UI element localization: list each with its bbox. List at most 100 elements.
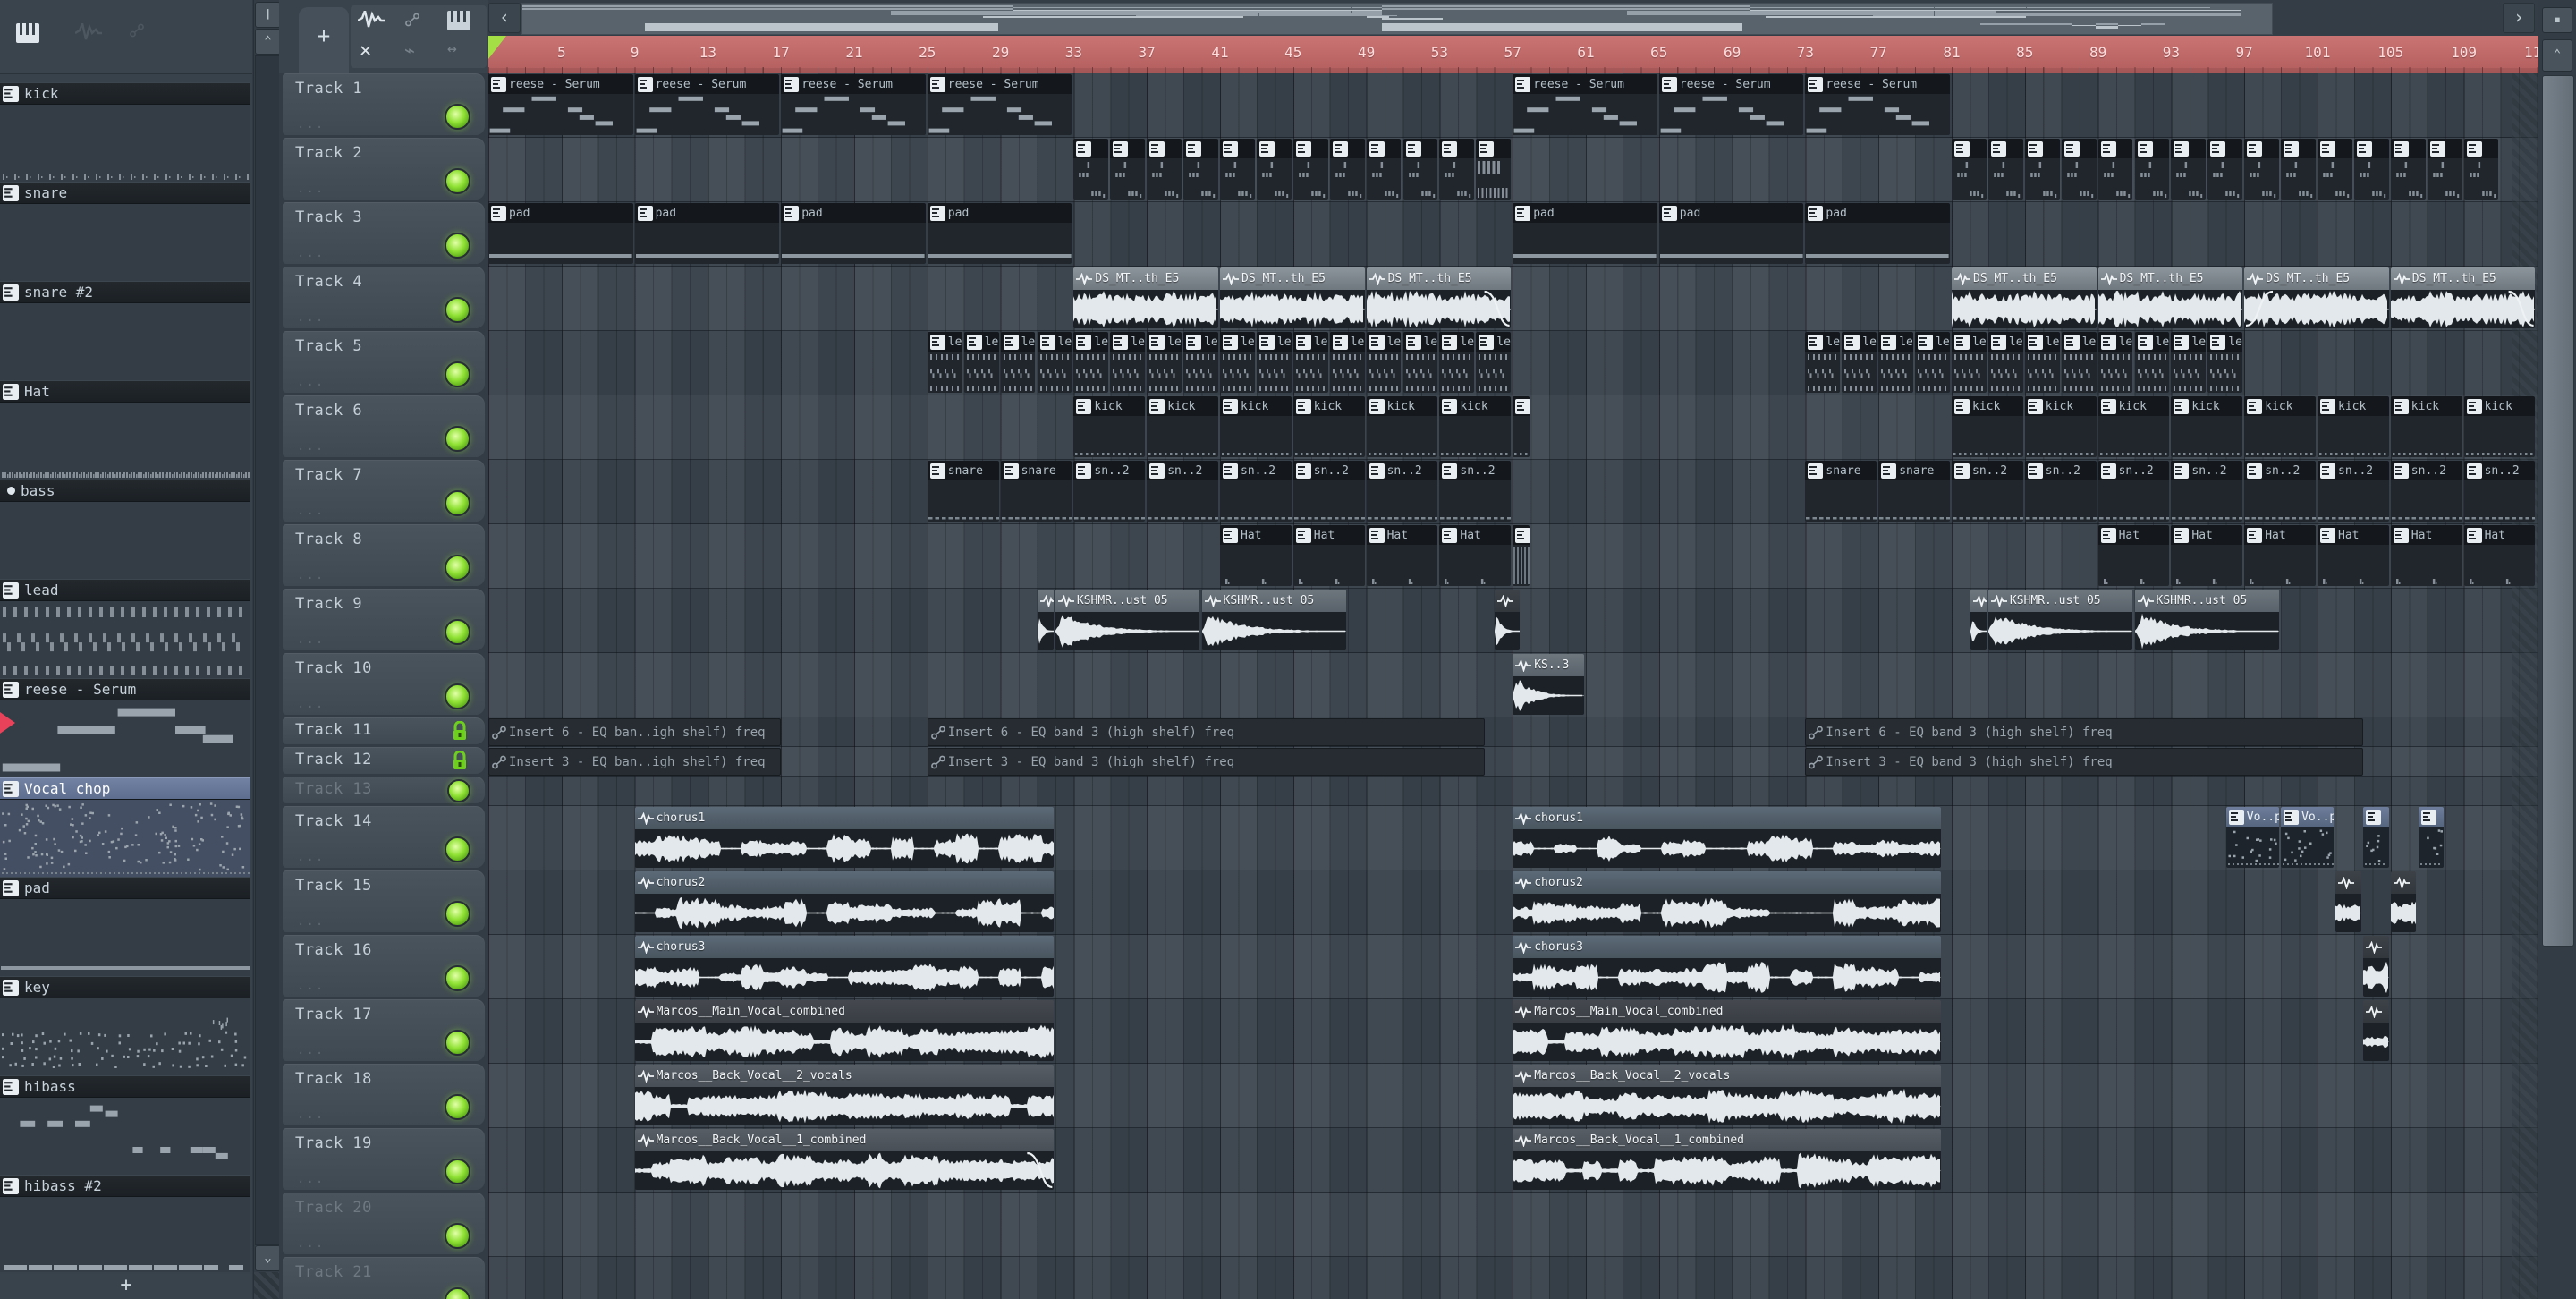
lock-icon[interactable] <box>451 751 469 772</box>
pattern-clip[interactable] <box>1439 139 1475 200</box>
pattern-clip-lead[interactable]: lead <box>1183 332 1218 393</box>
lock-icon[interactable] <box>451 721 469 743</box>
pattern-clip-sn-2[interactable]: sn..2 <box>2097 461 2170 522</box>
audio-clip-ds-mt-th-e5[interactable]: DS_MT..th_E5 <box>1366 267 1512 328</box>
audio-clip-chorus2[interactable]: chorus2 <box>1513 871 1941 932</box>
pattern-clip-reese-serum[interactable]: reese - Serum <box>781 74 926 135</box>
picker-item-bass[interactable]: bass <box>0 480 250 502</box>
pattern-clip-kick[interactable]: kick <box>1147 396 1218 457</box>
pattern-clip-sn-2[interactable]: sn..2 <box>1366 461 1438 522</box>
track-header-6[interactable]: Track 6... <box>283 395 485 457</box>
automation-clip-insert-6-eq-band-3-high-shelf-freq[interactable]: Insert 6 - EQ band 3 (high shelf) freq <box>927 718 1486 746</box>
track-header-8[interactable]: Track 8... <box>283 524 485 586</box>
pattern-clip-lead[interactable]: lead <box>1878 332 1914 393</box>
pattern-clip-lead[interactable]: lead <box>2024 332 2060 393</box>
track-header-20[interactable]: Track 20... <box>283 1193 485 1254</box>
pattern-clip-reese-serum[interactable]: reese - Serum <box>1513 74 1657 135</box>
track-header-3[interactable]: Track 3... <box>283 202 485 264</box>
picker-item-vocal-chop[interactable]: Vocal chop <box>0 777 250 800</box>
tool-automation-icon[interactable] <box>402 13 429 36</box>
pattern-clip[interactable] <box>2390 139 2426 200</box>
audio-clip-ds-mt-th-e5[interactable]: DS_MT..th_E5 <box>2097 267 2243 328</box>
pattern-clip-lead[interactable]: lead <box>1147 332 1182 393</box>
tool-wave-icon[interactable] <box>357 6 385 34</box>
pattern-clip-lead[interactable]: lead <box>2171 332 2207 393</box>
audio-clip-kshmr-ust-05[interactable]: KSHMR..ust 05 <box>1201 590 1347 650</box>
pattern-clip-kick[interactable]: kick <box>2024 396 2097 457</box>
audio-clip-marcos-main-vocal-combined[interactable]: Marcos__Main_Vocal_combined <box>634 1000 1054 1061</box>
pattern-clip[interactable] <box>1147 139 1182 200</box>
track-header-19[interactable]: Track 19... <box>283 1128 485 1190</box>
audio-clip-marcos-back-vocal-1-combined[interactable]: Marcos__Back_Vocal__1_combined <box>1513 1129 1941 1190</box>
pattern-clip-sn-2[interactable]: sn..2 <box>1220 461 1292 522</box>
pattern-clip-vo-p[interactable]: Vo..p <box>2281 807 2334 868</box>
pattern-clip-snare[interactable]: snare <box>1000 461 1072 522</box>
automation-clip-insert-6-eq-ban-igh-shelf-freq[interactable]: Insert 6 - EQ ban..igh shelf) freq <box>488 718 782 746</box>
picker-item-snare-2[interactable]: snare #2 <box>0 281 250 303</box>
pattern-clip-hat[interactable]: Hat <box>2171 525 2243 586</box>
track-header-5[interactable]: Track 5... <box>283 331 485 393</box>
pattern-clip-hat[interactable]: Hat <box>1366 525 1438 586</box>
picker-item-hibass[interactable]: hibass <box>0 1075 250 1098</box>
pattern-clip[interactable] <box>1952 139 1987 200</box>
pattern-clip-sn-2[interactable]: sn..2 <box>1952 461 2023 522</box>
pattern-clip[interactable] <box>1513 396 1530 457</box>
audio-clip-kshmr-ust-05[interactable]: KSHMR..ust 05 <box>1055 590 1200 650</box>
pattern-clip[interactable] <box>1402 139 1438 200</box>
pattern-clip-lead[interactable]: lead <box>1000 332 1036 393</box>
audio-clip-chorus3[interactable]: chorus3 <box>1513 936 1941 997</box>
resize-corner[interactable] <box>254 1272 280 1299</box>
audio-clip-chorus1[interactable]: chorus1 <box>634 807 1054 868</box>
audio-clip-chorus3[interactable]: chorus3 <box>634 936 1054 997</box>
pattern-clip[interactable] <box>1987 139 2023 200</box>
pattern-clip[interactable] <box>2281 139 2316 200</box>
scroll-corner-button[interactable]: ▪ <box>2542 7 2572 33</box>
pattern-clip-lead[interactable]: lead <box>1329 332 1365 393</box>
pattern-clip[interactable] <box>2353 139 2389 200</box>
audio-clip-marcos-back-vocal-2-vocals[interactable]: Marcos__Back_Vocal__2_vocals <box>634 1065 1054 1125</box>
track-mute-led[interactable] <box>445 619 470 645</box>
pattern-clip-lead[interactable]: lead <box>1952 332 1987 393</box>
pattern-clip[interactable] <box>2418 807 2445 868</box>
pattern-clip-lead[interactable]: lead <box>1220 332 1255 393</box>
pattern-clip-hat[interactable]: Hat <box>2097 525 2170 586</box>
track-mute-led[interactable] <box>445 901 470 927</box>
playhead-marker[interactable] <box>488 36 506 59</box>
pattern-clip-reese-serum[interactable]: reese - Serum <box>1658 74 1804 135</box>
timeline-ruler[interactable]: 5 9 13 17 21 25 29 33 37 41 45 49 53 57 61 65 69 73 77 81 85… <box>488 36 2538 74</box>
track-mute-led[interactable] <box>445 965 470 991</box>
track-header-15[interactable]: Track 15... <box>283 870 485 932</box>
track-mute-led[interactable] <box>445 555 470 581</box>
pattern-clip-hat[interactable]: Hat <box>2390 525 2462 586</box>
track-mute-led[interactable] <box>445 1094 470 1120</box>
pattern-clip[interactable] <box>1292 139 1328 200</box>
pattern-clip-lead[interactable]: lead <box>1805 332 1841 393</box>
pattern-clip[interactable] <box>2134 139 2170 200</box>
pattern-clip-sn-2[interactable]: sn..2 <box>2171 461 2243 522</box>
track-header-16[interactable]: Track 16... <box>283 935 485 997</box>
picker-item-key[interactable]: key <box>0 976 250 998</box>
audio-clip-ks-3[interactable]: KS..3 <box>1513 654 1584 715</box>
pattern-clip-lead[interactable]: lead <box>963 332 999 393</box>
pattern-clip[interactable] <box>2171 139 2207 200</box>
pattern-clip-kick[interactable]: kick <box>2097 396 2170 457</box>
pattern-clip[interactable] <box>2463 139 2499 200</box>
audio-clip-kshmr-ust-05[interactable]: KSHMR..ust 05 <box>1987 590 2133 650</box>
audio-clip-marcos-back-vocal-2-vocals[interactable]: Marcos__Back_Vocal__2_vocals <box>1513 1065 1941 1125</box>
pattern-clip-lead[interactable]: lead <box>1842 332 1877 393</box>
pattern-clip-pad[interactable]: pad <box>634 203 780 264</box>
pattern-clip[interactable] <box>1110 139 1146 200</box>
pattern-clip-kick[interactable]: kick <box>1366 396 1438 457</box>
track-header-11[interactable]: Track 11 <box>283 717 485 744</box>
automation-clip-insert-3-eq-ban-igh-shelf-freq[interactable]: Insert 3 - EQ ban..igh shelf) freq <box>488 748 782 776</box>
audio-clip[interactable] <box>2390 871 2417 932</box>
track-header-2[interactable]: Track 2... <box>283 138 485 200</box>
pattern-clip-kick[interactable]: kick <box>1292 396 1365 457</box>
pattern-clip[interactable] <box>2244 139 2280 200</box>
minimap-scroll-right-button[interactable]: › <box>2503 3 2535 33</box>
picker-add-button[interactable]: + <box>0 1274 252 1299</box>
pattern-clip-sn-2[interactable]: sn..2 <box>2318 461 2389 522</box>
pattern-clip-reese-serum[interactable]: reese - Serum <box>927 74 1072 135</box>
picker-item-lead[interactable]: lead <box>0 579 250 601</box>
pattern-clip-kick[interactable]: kick <box>2463 396 2536 457</box>
